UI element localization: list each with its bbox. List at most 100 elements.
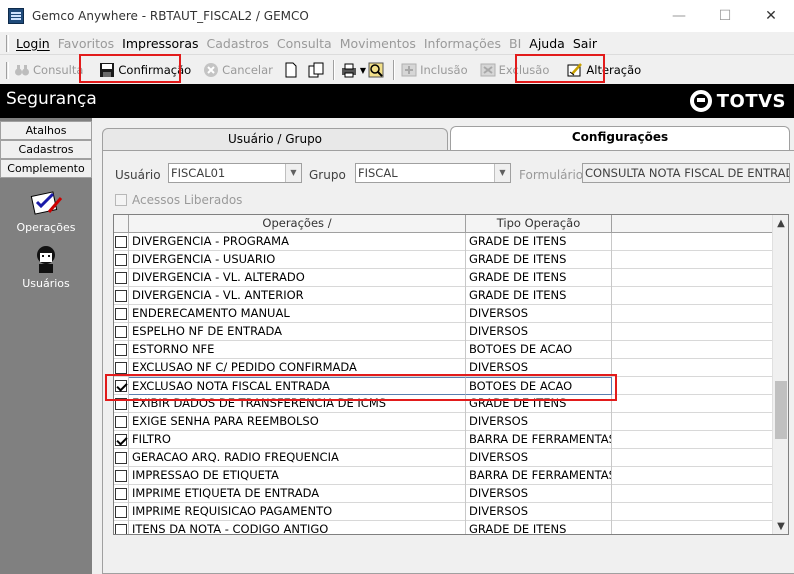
- operacao-cell[interactable]: DIVERGENCIA - USUARIO: [129, 251, 466, 269]
- menu-cadastros[interactable]: Cadastros: [207, 36, 269, 51]
- operacao-cell[interactable]: DIVERGENCIA - PROGRAMA: [129, 233, 466, 251]
- table-row[interactable]: DIVERGENCIA - USUARIO GRADE DE ITENS: [114, 251, 774, 269]
- maximize-button[interactable]: ☐: [702, 0, 748, 32]
- scroll-thumb[interactable]: [775, 381, 787, 439]
- close-button[interactable]: ✕: [748, 0, 794, 32]
- grid-header-operacoes[interactable]: Operações /: [129, 215, 466, 233]
- menu-login[interactable]: Login: [16, 36, 50, 51]
- table-row[interactable]: IMPRIME REQUISICAO PAGAMENTO DIVERSOS: [114, 503, 774, 521]
- operacao-cell[interactable]: GERACAO ARQ. RADIO FREQUENCIA: [129, 449, 466, 467]
- table-row[interactable]: IMPRIME ETIQUETA DE ENTRADA DIVERSOS: [114, 485, 774, 503]
- table-row[interactable]: ITENS DA NOTA - CODIGO ANTIGO GRADE DE IT…: [114, 521, 774, 534]
- table-row[interactable]: GERACAO ARQ. RADIO FREQUENCIA DIVERSOS: [114, 449, 774, 467]
- menu-informacoes[interactable]: Informações: [424, 36, 501, 51]
- tipo-operacao-cell[interactable]: BARRA DE FERRAMENTAS: [466, 467, 612, 485]
- tipo-operacao-cell[interactable]: DIVERSOS: [466, 413, 612, 431]
- tipo-operacao-cell[interactable]: DIVERSOS: [466, 449, 612, 467]
- operacao-cell[interactable]: EXCLUSAO NOTA FISCAL ENTRADA: [129, 377, 466, 395]
- menu-impressoras[interactable]: Impressoras: [122, 36, 198, 51]
- row-checkbox[interactable]: [115, 344, 127, 356]
- sidebar-tab-atalhos[interactable]: Atalhos: [0, 121, 92, 140]
- tipo-operacao-cell[interactable]: GRADE DE ITENS: [466, 269, 612, 287]
- menu-sair[interactable]: Sair: [573, 36, 597, 51]
- operacao-cell[interactable]: IMPRIME REQUISICAO PAGAMENTO: [129, 503, 466, 521]
- row-checkbox[interactable]: [115, 506, 127, 518]
- tipo-operacao-cell[interactable]: BOTOES DE ACAO: [466, 377, 612, 395]
- sidebar-tab-cadastros[interactable]: Cadastros: [0, 140, 92, 159]
- operacao-cell[interactable]: ITENS DA NOTA - CODIGO ANTIGO: [129, 521, 466, 534]
- operacao-cell[interactable]: IMPRIME ETIQUETA DE ENTRADA: [129, 485, 466, 503]
- scroll-up-icon[interactable]: ▲: [773, 215, 788, 231]
- table-row[interactable]: EXCLUSAO NF C/ PEDIDO CONFIRMADA DIVERSOS: [114, 359, 774, 377]
- table-row[interactable]: FILTRO BARRA DE FERRAMENTAS: [114, 431, 774, 449]
- row-checkbox[interactable]: [115, 470, 127, 482]
- table-row[interactable]: DIVERGENCIA - PROGRAMA GRADE DE ITENS: [114, 233, 774, 251]
- chevron-down-icon[interactable]: ▼: [285, 164, 301, 182]
- cancelar-button[interactable]: Cancelar: [200, 58, 276, 82]
- row-checkbox[interactable]: [115, 308, 127, 320]
- tipo-operacao-cell[interactable]: GRADE DE ITENS: [466, 395, 612, 413]
- inclusao-button[interactable]: Inclusão: [398, 58, 471, 82]
- grid-header-tipo[interactable]: Tipo Operação: [466, 215, 612, 233]
- table-row[interactable]: EXCLUSAO NOTA FISCAL ENTRADA BOTOES DE AC…: [114, 377, 774, 395]
- table-row[interactable]: ESPELHO NF DE ENTRADA DIVERSOS: [114, 323, 774, 341]
- menu-bi[interactable]: BI: [509, 36, 521, 51]
- tipo-operacao-cell[interactable]: BARRA DE FERRAMENTAS: [466, 431, 612, 449]
- table-row[interactable]: DIVERGENCIA - VL. ALTERADO GRADE DE ITENS: [114, 269, 774, 287]
- grupo-combo[interactable]: FISCAL ▼: [355, 163, 511, 183]
- row-checkbox[interactable]: [115, 254, 127, 266]
- row-checkbox[interactable]: [115, 272, 127, 284]
- row-checkbox[interactable]: [115, 488, 127, 500]
- exclusao-button[interactable]: Exclusão: [477, 58, 553, 82]
- operacao-cell[interactable]: ESPELHO NF DE ENTRADA: [129, 323, 466, 341]
- table-row[interactable]: DIVERGENCIA - VL. ANTERIOR GRADE DE ITENS: [114, 287, 774, 305]
- row-checkbox[interactable]: [115, 236, 127, 248]
- vertical-scrollbar[interactable]: ▲ ▼: [772, 215, 788, 534]
- menu-movimentos[interactable]: Movimentos: [340, 36, 416, 51]
- table-row[interactable]: ESTORNO NFE BOTOES DE ACAO: [114, 341, 774, 359]
- sidebar-tab-complemento[interactable]: Complemento: [0, 159, 92, 178]
- acessos-liberados-row[interactable]: Acessos Liberados: [115, 193, 242, 207]
- menu-ajuda[interactable]: Ajuda: [529, 36, 565, 51]
- tipo-operacao-cell[interactable]: GRADE DE ITENS: [466, 251, 612, 269]
- chevron-down-icon[interactable]: ▼: [494, 164, 510, 182]
- acessos-liberados-checkbox[interactable]: [115, 194, 127, 206]
- operacao-cell[interactable]: EXIBIR DADOS DE TRANSFERENCIA DE ICMS: [129, 395, 466, 413]
- minimize-button[interactable]: —: [656, 0, 702, 32]
- table-row[interactable]: IMPRESSAO DE ETIQUETA BARRA DE FERRAMENTA…: [114, 467, 774, 485]
- operacao-cell[interactable]: FILTRO: [129, 431, 466, 449]
- row-checkbox[interactable]: [115, 434, 127, 446]
- table-row[interactable]: EXIBIR DADOS DE TRANSFERENCIA DE ICMS GRA…: [114, 395, 774, 413]
- table-row[interactable]: EXIGE SENHA PARA REEMBOLSO DIVERSOS: [114, 413, 774, 431]
- operacao-cell[interactable]: DIVERGENCIA - VL. ANTERIOR: [129, 287, 466, 305]
- row-checkbox[interactable]: [115, 524, 127, 534]
- tab-usuario-grupo[interactable]: Usuário / Grupo: [102, 128, 448, 150]
- tipo-operacao-cell[interactable]: BOTOES DE ACAO: [466, 341, 612, 359]
- menu-consulta[interactable]: Consulta: [277, 36, 332, 51]
- row-checkbox[interactable]: [115, 290, 127, 302]
- row-checkbox[interactable]: [115, 452, 127, 464]
- sidebar-item-operacoes[interactable]: Operações: [0, 188, 92, 234]
- print-button[interactable]: ▼: [338, 58, 390, 82]
- sidebar-item-usuarios[interactable]: Usuários: [0, 244, 92, 290]
- row-checkbox[interactable]: [115, 326, 127, 338]
- tab-configuracoes[interactable]: Configurações: [450, 126, 790, 151]
- row-checkbox[interactable]: [115, 362, 127, 374]
- table-row[interactable]: ENDERECAMENTO MANUAL DIVERSOS: [114, 305, 774, 323]
- operacao-cell[interactable]: EXCLUSAO NF C/ PEDIDO CONFIRMADA: [129, 359, 466, 377]
- operacao-cell[interactable]: EXIGE SENHA PARA REEMBOLSO: [129, 413, 466, 431]
- formulario-field[interactable]: CONSULTA NOTA FISCAL DE ENTRADA: [582, 163, 790, 183]
- row-checkbox[interactable]: [115, 380, 127, 392]
- tipo-operacao-cell[interactable]: GRADE DE ITENS: [466, 287, 612, 305]
- operacao-cell[interactable]: DIVERGENCIA - VL. ALTERADO: [129, 269, 466, 287]
- print-dropdown-icon[interactable]: ▼: [360, 66, 366, 75]
- scroll-down-icon[interactable]: ▼: [773, 518, 788, 534]
- copy-document-button[interactable]: [305, 58, 330, 82]
- tipo-operacao-cell[interactable]: DIVERSOS: [466, 323, 612, 341]
- operacao-cell[interactable]: ESTORNO NFE: [129, 341, 466, 359]
- usuario-combo[interactable]: FISCAL01 ▼: [168, 163, 302, 183]
- operacao-cell[interactable]: IMPRESSAO DE ETIQUETA: [129, 467, 466, 485]
- tipo-operacao-cell[interactable]: GRADE DE ITENS: [466, 233, 612, 251]
- new-document-button[interactable]: [280, 58, 305, 82]
- tipo-operacao-cell[interactable]: DIVERSOS: [466, 485, 612, 503]
